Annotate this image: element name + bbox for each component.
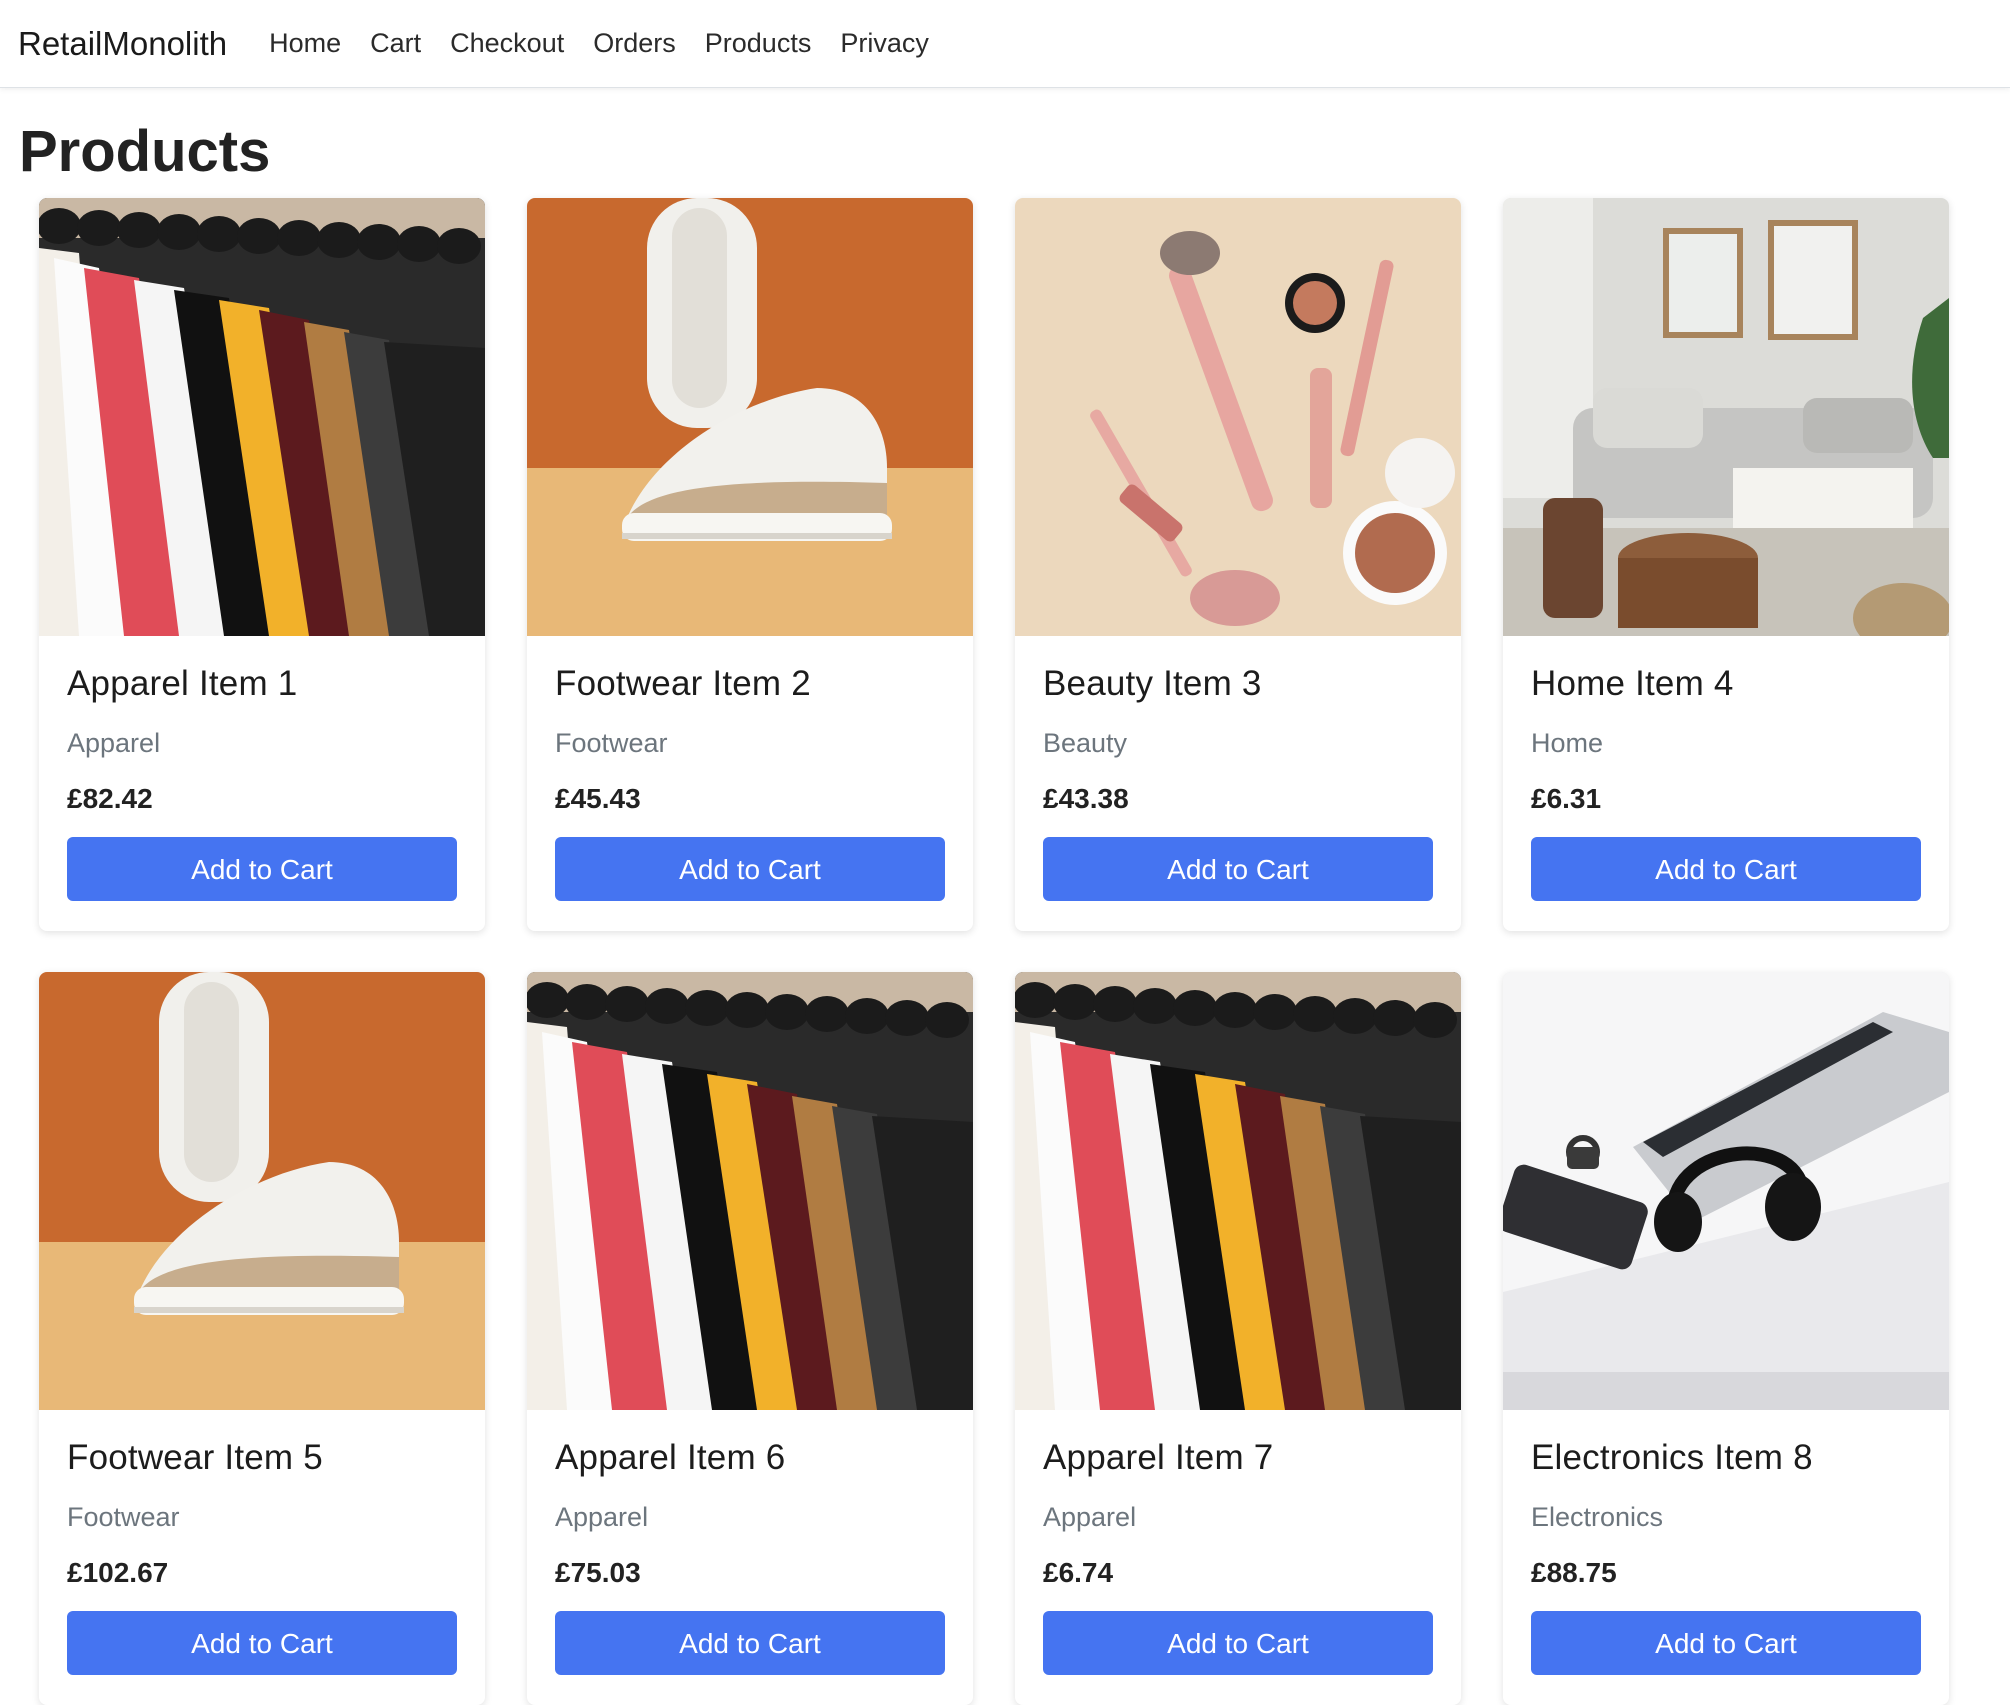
product-image: [1015, 198, 1461, 636]
product-card: Apparel Item 1 Apparel £82.42 Add to Car…: [39, 198, 485, 931]
add-to-cart-button[interactable]: Add to Cart: [1043, 837, 1433, 901]
add-to-cart-button[interactable]: Add to Cart: [67, 1611, 457, 1675]
product-name: Beauty Item 3: [1043, 664, 1262, 703]
product-image: [39, 972, 485, 1410]
product-name: Apparel Item 6: [555, 1438, 786, 1477]
product-grid: Apparel Item 1 Apparel £82.42 Add to Car…: [39, 198, 1949, 1705]
add-to-cart-button[interactable]: Add to Cart: [555, 837, 945, 901]
product-category: Apparel: [67, 728, 161, 758]
nav-link-home[interactable]: Home: [269, 28, 341, 59]
page-title: Products: [19, 119, 271, 184]
product-name: Footwear Item 2: [555, 664, 811, 703]
product-name: Electronics Item 8: [1531, 1438, 1813, 1477]
product-price: £6.31: [1531, 783, 1602, 814]
product-price: £43.38: [1043, 783, 1129, 814]
product-name: Home Item 4: [1531, 664, 1734, 703]
add-to-cart-button[interactable]: Add to Cart: [67, 837, 457, 901]
add-to-cart-button[interactable]: Add to Cart: [1043, 1611, 1433, 1675]
add-to-cart-button[interactable]: Add to Cart: [555, 1611, 945, 1675]
product-category: Electronics: [1531, 1502, 1664, 1532]
nav-link-orders[interactable]: Orders: [593, 28, 676, 59]
product-card: Apparel Item 7 Apparel £6.74 Add to Cart: [1015, 972, 1461, 1705]
product-card: Footwear Item 5 Footwear £102.67 Add to …: [39, 972, 485, 1705]
product-image: [527, 972, 973, 1410]
product-category: Apparel: [555, 1502, 649, 1532]
brand-link[interactable]: RetailMonolith: [18, 25, 227, 63]
product-price: £102.67: [67, 1557, 169, 1588]
product-image: [1015, 972, 1461, 1410]
product-card: Apparel Item 6 Apparel £75.03 Add to Car…: [527, 972, 973, 1705]
product-card: Beauty Item 3 Beauty £43.38 Add to Cart: [1015, 198, 1461, 931]
product-price: £75.03: [555, 1557, 641, 1588]
product-price: £45.43: [555, 783, 641, 814]
product-price: £88.75: [1531, 1557, 1617, 1588]
product-image: [527, 198, 973, 636]
product-category: Footwear: [555, 728, 668, 758]
nav-links: Home Cart Checkout Orders Products Priva…: [269, 28, 958, 59]
product-image: [1503, 972, 1949, 1410]
add-to-cart-button[interactable]: Add to Cart: [1531, 837, 1921, 901]
product-category: Home: [1531, 728, 1604, 758]
nav-link-privacy[interactable]: Privacy: [840, 28, 929, 59]
product-price: £6.74: [1043, 1557, 1114, 1588]
add-to-cart-button[interactable]: Add to Cart: [1531, 1611, 1921, 1675]
product-image: [39, 198, 485, 636]
product-category: Footwear: [67, 1502, 180, 1532]
nav-link-checkout[interactable]: Checkout: [450, 28, 564, 59]
product-category: Beauty: [1043, 728, 1128, 758]
product-card: Footwear Item 2 Footwear £45.43 Add to C…: [527, 198, 973, 931]
product-name: Apparel Item 7: [1043, 1438, 1274, 1477]
product-card: Home Item 4 Home £6.31 Add to Cart: [1503, 198, 1949, 931]
product-name: Apparel Item 1: [67, 664, 298, 703]
top-navbar: RetailMonolith Home Cart Checkout Orders…: [0, 0, 2010, 88]
product-card: Electronics Item 8 Electronics £88.75 Ad…: [1503, 972, 1949, 1705]
product-name: Footwear Item 5: [67, 1438, 323, 1477]
nav-link-products[interactable]: Products: [705, 28, 812, 59]
nav-link-cart[interactable]: Cart: [370, 28, 421, 59]
product-image: [1503, 198, 1949, 636]
product-category: Apparel: [1043, 1502, 1137, 1532]
product-price: £82.42: [67, 783, 153, 814]
